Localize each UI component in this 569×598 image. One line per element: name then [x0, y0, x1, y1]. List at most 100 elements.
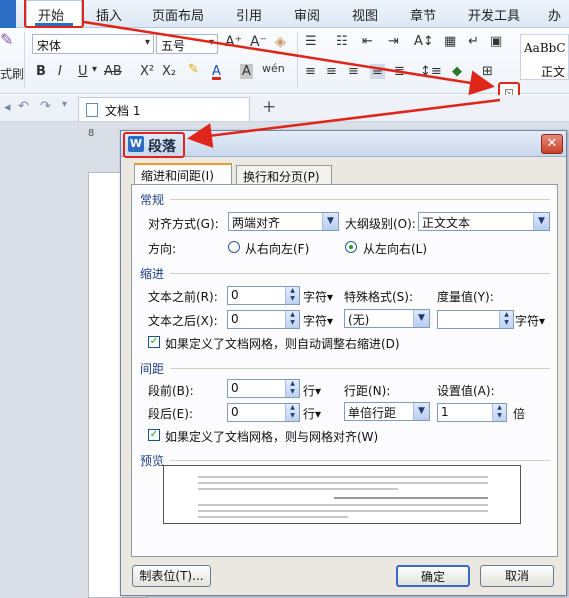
chevron-down-icon[interactable]: ▼	[413, 403, 429, 420]
spinner-icon[interactable]: ▲ ▼	[285, 404, 299, 421]
text-direction-icon[interactable]: A↕	[414, 34, 434, 49]
format-painter-icon[interactable]: ✎	[0, 30, 13, 49]
align-left-icon[interactable]: ≡	[305, 64, 316, 79]
ltr-label[interactable]: 从左向右(L)	[363, 240, 427, 257]
increase-indent-icon[interactable]: ⇥	[388, 34, 399, 49]
auto-adjust-label[interactable]: 如果定义了文档网格，则自动调整右缩进(D)	[165, 335, 400, 352]
chevron-down-icon[interactable]: ▼	[322, 213, 338, 230]
separator	[24, 32, 25, 88]
spinner-icon[interactable]: ▲ ▼	[492, 404, 506, 421]
document-tab-bar: ◂ ↶ ↷ ▾ 文档 1 +	[0, 95, 569, 122]
direction-label: 方向:	[148, 242, 177, 256]
decrease-indent-icon[interactable]: ⇤	[362, 34, 373, 49]
indent-after-unit[interactable]: 字符▾	[303, 312, 333, 329]
bold-icon[interactable]: B	[36, 64, 46, 79]
special-format-select[interactable]: (无) ▼	[344, 309, 430, 328]
distributed-align-icon[interactable]: ≣	[394, 64, 405, 79]
paragraph-preview	[163, 465, 521, 524]
indent-after-input[interactable]: 0 ▲ ▼	[227, 310, 300, 329]
format-painter-text[interactable]: 式刷	[0, 65, 24, 82]
align-center-icon[interactable]: ≡	[326, 64, 337, 79]
rtl-label[interactable]: 从右向左(F)	[245, 240, 309, 257]
rtl-radio[interactable]	[228, 241, 240, 253]
auto-adjust-checkbox[interactable]: ✓	[148, 336, 160, 348]
ribbon-toolbar: ✎ 宋体 式刷 宋体 ▾ 五号 ▾ A⁺ A⁻ ◈ B I U ▾ AB X² X₂…	[0, 28, 569, 94]
font-size-combo[interactable]: 五号 ▾	[156, 34, 218, 54]
divider	[170, 368, 550, 369]
clear-format-icon[interactable]: ◈	[275, 34, 286, 50]
ltr-radio[interactable]	[345, 241, 357, 253]
italic-icon[interactable]: I	[58, 64, 62, 79]
indent-before-input[interactable]: 0 ▲ ▼	[227, 286, 300, 305]
close-button[interactable]: ✕	[541, 134, 563, 154]
menu-insert[interactable]: 插入	[96, 5, 122, 24]
chevron-down-icon[interactable]: ▾	[92, 64, 97, 75]
chevron-down-icon[interactable]: ▼	[413, 310, 429, 327]
snap-grid-label[interactable]: 如果定义了文档网格，则与网格对齐(W)	[165, 428, 378, 445]
superscript-icon[interactable]: X²	[140, 64, 154, 79]
subscript-icon[interactable]: X₂	[162, 64, 176, 79]
redo-icon[interactable]: ↷	[40, 99, 51, 114]
text-box-icon[interactable]: ▣	[490, 34, 502, 49]
tab-line-page-breaks[interactable]: 换行和分页(P)	[236, 165, 332, 184]
chevron-down-icon[interactable]: ▾	[145, 37, 150, 48]
divider	[170, 460, 550, 461]
snap-grid-checkbox[interactable]: ✓	[148, 429, 160, 441]
indent-before-unit[interactable]: 字符▾	[303, 288, 333, 305]
menu-developer[interactable]: 开发工具	[468, 5, 520, 24]
table-icon[interactable]: ▦	[444, 34, 456, 49]
grow-font-icon[interactable]: A⁺	[225, 34, 242, 50]
menu-view[interactable]: 视图	[352, 5, 378, 24]
chevron-down-icon[interactable]: ▼	[533, 213, 549, 230]
space-after-unit[interactable]: 行▾	[303, 405, 321, 422]
ok-button[interactable]: 确定	[396, 565, 470, 587]
line-spacing-select[interactable]: 单倍行距 ▼	[344, 402, 430, 421]
align-justify-icon[interactable]: ≡	[370, 64, 385, 79]
menu-chapter[interactable]: 章节	[410, 5, 436, 24]
shrink-font-icon[interactable]: A⁻	[250, 34, 267, 50]
tab-indent-spacing[interactable]: 缩进和间距(I)	[134, 163, 232, 185]
shading-icon[interactable]: ◆	[452, 64, 462, 79]
metric-unit[interactable]: 字符▾	[515, 312, 545, 329]
chevron-down-icon[interactable]: ▾	[62, 99, 67, 110]
indent-before-value: 0	[231, 288, 239, 302]
spinner-icon[interactable]: ▲ ▼	[285, 311, 299, 328]
highlight-icon[interactable]: ✎	[188, 62, 199, 77]
metric-input[interactable]: ▲ ▼	[437, 310, 514, 329]
menu-page-layout[interactable]: 页面布局	[152, 5, 204, 24]
document-tab[interactable]: 文档 1	[78, 97, 250, 121]
phonetic-guide-icon[interactable]: wén	[262, 62, 285, 75]
cancel-button[interactable]: 取消	[480, 565, 554, 587]
show-marks-icon[interactable]: ↵	[468, 34, 479, 49]
menu-review[interactable]: 审阅	[294, 5, 320, 24]
line-spacing-icon[interactable]: ↕≡	[420, 64, 442, 79]
setting-value-input[interactable]: 1 ▲ ▼	[437, 403, 507, 422]
char-shading-icon[interactable]: A	[240, 64, 253, 79]
alignment-select[interactable]: 两端对齐 ▼	[228, 212, 339, 231]
outline-level-select[interactable]: 正文文本 ▼	[418, 212, 550, 231]
font-color-icon[interactable]: A	[212, 64, 221, 79]
chevron-down-icon[interactable]: ▾	[209, 37, 214, 48]
space-after-input[interactable]: 0 ▲ ▼	[227, 403, 300, 422]
bullet-list-icon[interactable]: ☰	[305, 34, 317, 49]
underline-icon[interactable]: U	[78, 64, 88, 79]
menu-references[interactable]: 引用	[236, 5, 262, 24]
spinner-icon[interactable]: ▲ ▼	[285, 287, 299, 304]
app-menu-edge[interactable]	[0, 0, 16, 28]
borders-icon[interactable]: ⊞	[482, 64, 493, 79]
align-right-icon[interactable]: ≡	[348, 64, 359, 79]
dialog-title-bar[interactable]: W 段落 ✕	[121, 131, 566, 157]
spinner-icon[interactable]: ▲ ▼	[499, 311, 513, 328]
undo-icon[interactable]: ↶	[18, 99, 29, 114]
style-gallery-normal[interactable]: AaBbC 正文	[520, 34, 569, 80]
numbered-list-icon[interactable]: ☷	[336, 34, 348, 49]
back-icon[interactable]: ◂	[4, 100, 11, 115]
strikethrough-icon[interactable]: AB	[104, 64, 122, 79]
new-tab-button[interactable]: +	[262, 97, 276, 117]
metric-label: 度量值(Y):	[437, 290, 494, 304]
spinner-icon[interactable]: ▲ ▼	[285, 380, 299, 397]
space-before-input[interactable]: 0 ▲ ▼	[227, 379, 300, 398]
tab-stops-button[interactable]: 制表位(T)...	[132, 565, 211, 587]
space-before-unit[interactable]: 行▾	[303, 382, 321, 399]
font-name-combo[interactable]: 宋体 ▾	[32, 34, 154, 54]
